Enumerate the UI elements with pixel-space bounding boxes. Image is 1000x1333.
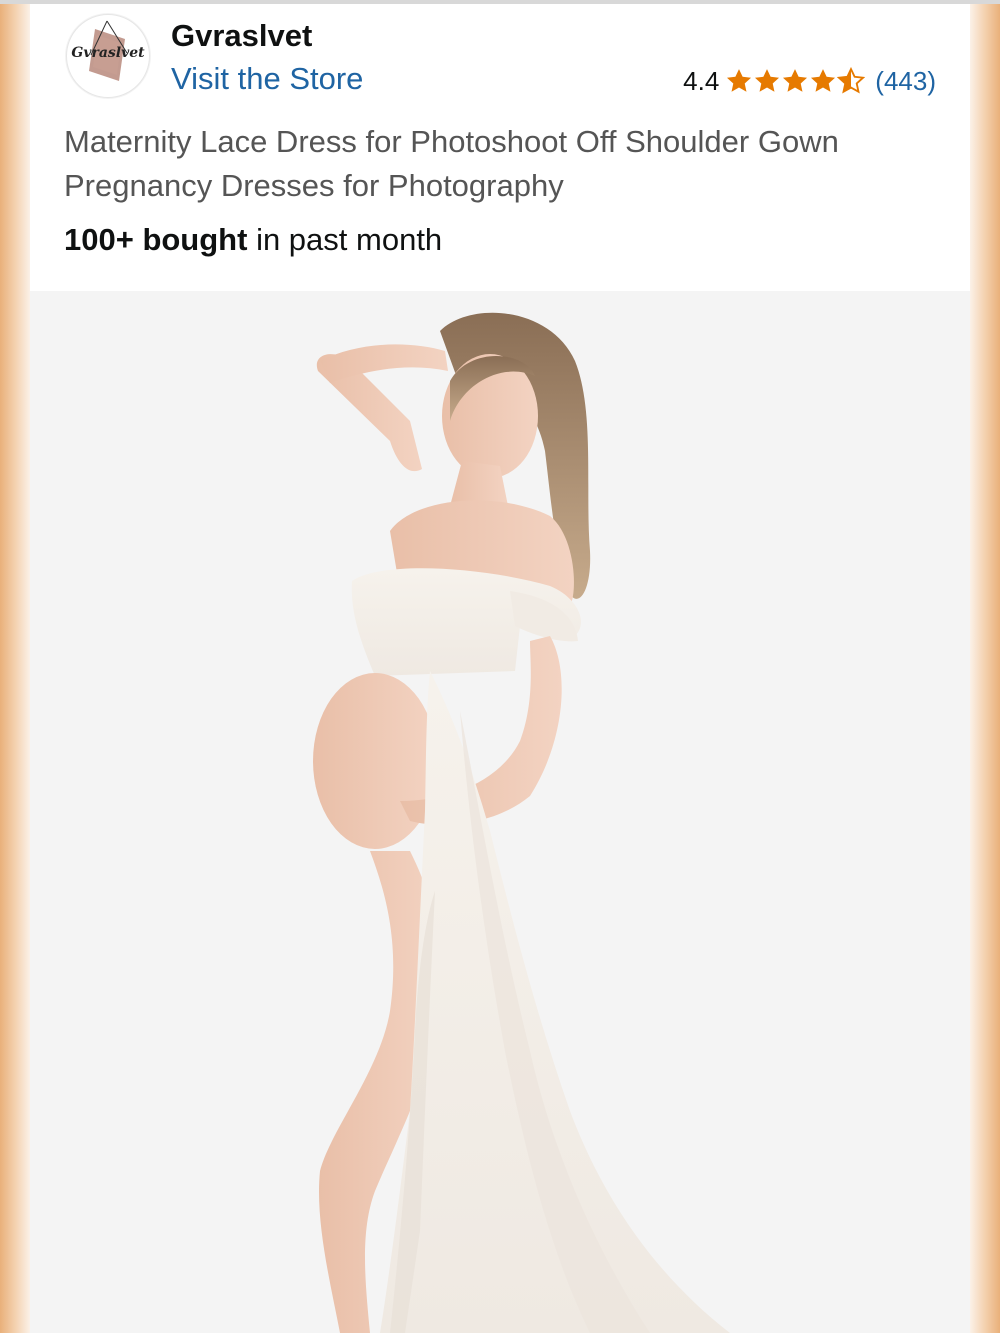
visit-store-link[interactable]: Visit the Store	[171, 61, 363, 97]
star-full-icon	[755, 69, 780, 92]
brand-name[interactable]: Gvraslvet	[171, 18, 312, 54]
rating-summary[interactable]: 4.4 (443)	[683, 64, 936, 98]
star-rating[interactable]	[725, 67, 866, 95]
product-image[interactable]	[30, 291, 970, 1333]
star-full-icon	[783, 69, 808, 92]
bought-count: 100+ bought	[64, 222, 248, 257]
product-title: Maternity Lace Dress for Photoshoot Off …	[64, 124, 839, 203]
product-card: Gvraslvet Gvraslvet Visit the Store 4.4 …	[30, 4, 970, 1333]
rating-value: 4.4	[683, 65, 720, 96]
brand-logo[interactable]: Gvraslvet	[66, 14, 150, 98]
brand-logo-text: Gvraslvet	[71, 45, 145, 61]
product-header: Gvraslvet Gvraslvet Visit the Store 4.4 …	[30, 4, 970, 291]
star-full-icon	[811, 69, 836, 92]
star-full-icon	[727, 69, 752, 92]
rating-count-link[interactable]: (443)	[875, 66, 936, 97]
bought-period: in past month	[247, 222, 443, 257]
product-photo-illustration	[313, 312, 730, 1333]
star-half-icon	[837, 67, 866, 94]
bought-in-past-month: 100+ bought in past month	[64, 222, 442, 258]
